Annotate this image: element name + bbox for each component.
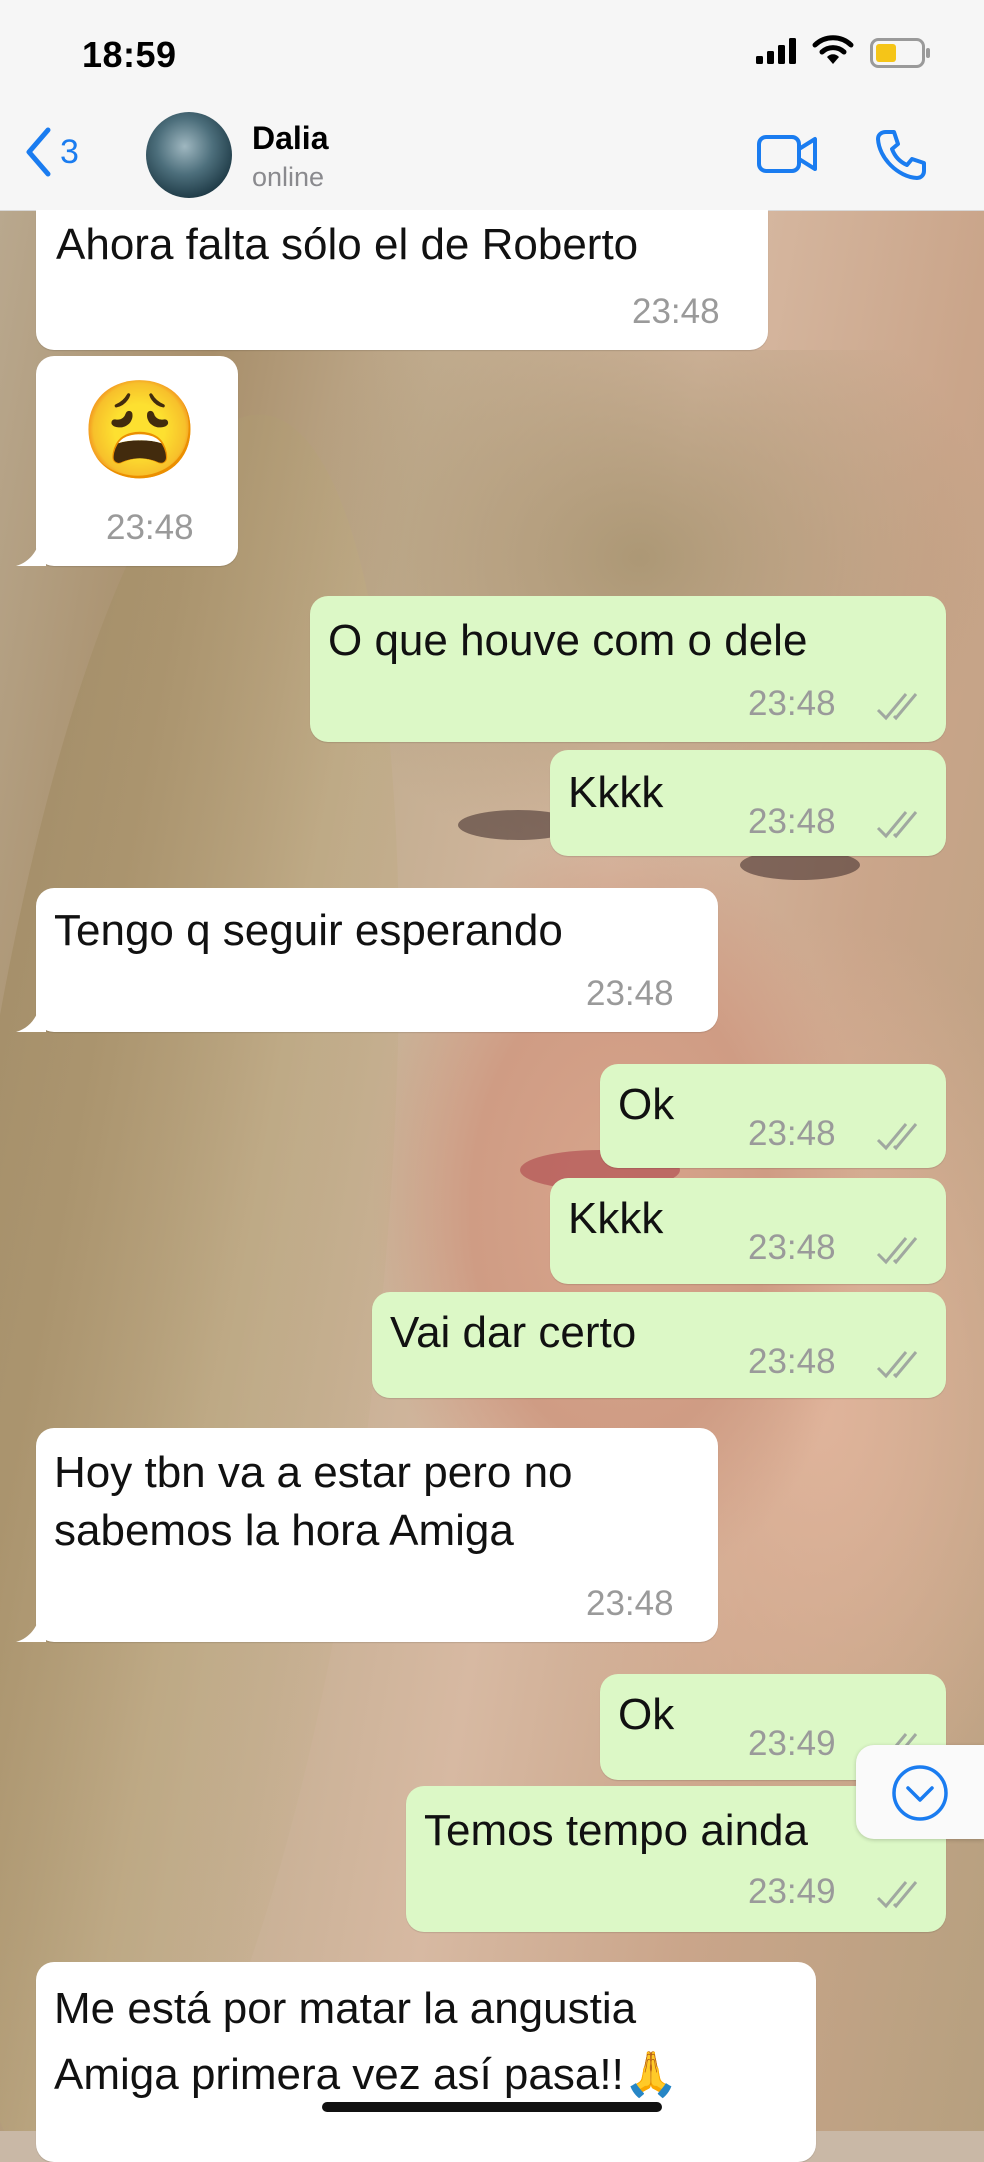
scroll-to-bottom-button[interactable] (856, 1745, 984, 1839)
message-bubble-outgoing[interactable]: Ok 23:48 (600, 1064, 946, 1168)
back-button[interactable]: 3 (24, 126, 79, 178)
contact-name[interactable]: Dalia (252, 120, 328, 157)
battery-icon (870, 38, 930, 68)
bubble-tail (16, 1614, 46, 1642)
home-indicator (322, 2102, 662, 2112)
phone-icon (876, 130, 926, 180)
read-ticks-icon (876, 1881, 918, 1909)
message-time: 23:48 (748, 684, 836, 723)
signal-icon (756, 38, 796, 64)
message-time: 23:48 (748, 1114, 836, 1153)
voice-call-button[interactable] (874, 128, 928, 187)
message-time: 23:49 (748, 1724, 836, 1763)
message-bubble-outgoing[interactable]: Vai dar certo 23:48 (372, 1292, 946, 1398)
bubble-tail (16, 538, 46, 566)
message-bubble-incoming[interactable]: Hoy tbn va a estar pero no sabemos la ho… (36, 1428, 718, 1642)
video-camera-icon (757, 135, 817, 173)
message-text: Kkkk (568, 768, 664, 817)
read-ticks-icon (876, 1351, 918, 1379)
message-text: O que houve com o dele (328, 616, 808, 665)
message-text: Temos tempo ainda (424, 1806, 808, 1855)
message-bubble-outgoing[interactable]: Kkkk 23:48 (550, 750, 946, 856)
message-time: 23:48 (748, 802, 836, 841)
message-bubble-incoming[interactable]: Me está por matar la angustia Amiga prim… (36, 1962, 816, 2162)
chevron-left-icon (26, 127, 51, 177)
weary-face-emoji: 😩 (80, 377, 200, 484)
message-text: Ahora falta sólo el de Roberto (56, 220, 639, 269)
video-call-button[interactable] (756, 132, 820, 181)
message-text: Tengo q seguir esperando (54, 906, 563, 955)
message-text: Hoy tbn va a estar pero no sabemos la ho… (54, 1448, 573, 1555)
chevron-down-circle-icon (892, 1765, 948, 1821)
message-bubble-incoming[interactable]: Tengo q seguir esperando 23:48 (36, 888, 718, 1032)
clock: 18:59 (82, 34, 177, 75)
message-bubble-incoming[interactable]: 😩 23:48 (36, 356, 238, 566)
message-time: 23:48 (748, 1228, 836, 1267)
message-time: 23:48 (632, 292, 720, 331)
message-bubble-outgoing[interactable]: Kkkk 23:48 (550, 1178, 946, 1284)
message-text: Kkkk (568, 1194, 664, 1243)
wifi-icon (812, 35, 854, 64)
chat-header: 3 Dalia online (0, 100, 984, 211)
read-ticks-icon (876, 811, 918, 839)
bubble-tail (16, 1004, 46, 1032)
message-time: 23:48 (748, 1342, 836, 1381)
status-bar: 18:59 (0, 0, 984, 100)
message-text: Ok (618, 1690, 675, 1739)
contact-status: online (252, 162, 325, 192)
message-time: 23:48 (586, 1584, 674, 1623)
read-ticks-icon (876, 1237, 918, 1265)
message-time: 23:49 (748, 1872, 836, 1911)
unread-chats-count: 3 (60, 132, 79, 171)
message-time: 23:48 (106, 508, 194, 547)
read-ticks-icon (876, 1123, 918, 1151)
message-text: Ok (618, 1080, 675, 1129)
message-text: Me está por matar la angustia Amiga prim… (54, 1984, 679, 2099)
message-text: Vai dar certo (390, 1308, 637, 1357)
message-time: 23:48 (586, 974, 674, 1013)
message-bubble-incoming[interactable]: Ahora falta sólo el de Roberto 23:48 (36, 210, 768, 350)
avatar[interactable] (146, 112, 232, 198)
message-bubble-outgoing[interactable]: O que houve com o dele 23:48 (310, 596, 946, 742)
read-ticks-icon (876, 693, 918, 721)
